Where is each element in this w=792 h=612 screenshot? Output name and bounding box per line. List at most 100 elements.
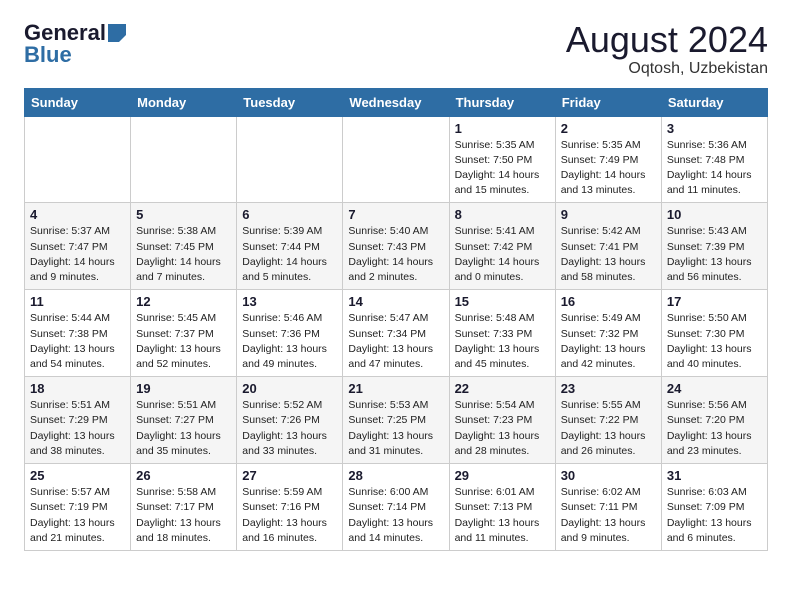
day-info: Sunrise: 5:37 AMSunset: 7:47 PMDaylight:… [30,224,125,285]
calendar-day-cell: 2 Sunrise: 5:35 AMSunset: 7:49 PMDaylight… [555,116,661,203]
logo-icon [108,24,126,42]
day-number: 16 [561,294,656,309]
day-number: 12 [136,294,231,309]
calendar-day-cell: 28 Sunrise: 6:00 AMSunset: 7:14 PMDayligh… [343,464,449,551]
day-info: Sunrise: 6:02 AMSunset: 7:11 PMDaylight:… [561,485,656,546]
day-number: 5 [136,207,231,222]
weekday-header-friday: Friday [555,88,661,116]
weekday-header-row: SundayMondayTuesdayWednesdayThursdayFrid… [25,88,768,116]
calendar-day-cell: 23 Sunrise: 5:55 AMSunset: 7:22 PMDayligh… [555,377,661,464]
calendar-day-cell: 10 Sunrise: 5:43 AMSunset: 7:39 PMDayligh… [661,203,767,290]
calendar-day-cell: 25 Sunrise: 5:57 AMSunset: 7:19 PMDayligh… [25,464,131,551]
day-info: Sunrise: 5:55 AMSunset: 7:22 PMDaylight:… [561,398,656,459]
weekday-header-thursday: Thursday [449,88,555,116]
calendar-empty-cell [343,116,449,203]
day-info: Sunrise: 5:51 AMSunset: 7:27 PMDaylight:… [136,398,231,459]
day-info: Sunrise: 5:56 AMSunset: 7:20 PMDaylight:… [667,398,762,459]
calendar-day-cell: 4 Sunrise: 5:37 AMSunset: 7:47 PMDaylight… [25,203,131,290]
day-number: 1 [455,121,550,136]
calendar-day-cell: 3 Sunrise: 5:36 AMSunset: 7:48 PMDaylight… [661,116,767,203]
calendar-day-cell: 29Sunrise: 6:01 AMSunset: 7:13 PMDayligh… [449,464,555,551]
calendar-day-cell: 26 Sunrise: 5:58 AMSunset: 7:17 PMDayligh… [131,464,237,551]
day-info: Sunrise: 5:41 AMSunset: 7:42 PMDaylight:… [455,224,550,285]
calendar-day-cell: 7 Sunrise: 5:40 AMSunset: 7:43 PMDaylight… [343,203,449,290]
calendar-day-cell: 15 Sunrise: 5:48 AMSunset: 7:33 PMDayligh… [449,290,555,377]
day-info: Sunrise: 5:53 AMSunset: 7:25 PMDaylight:… [348,398,443,459]
day-number: 30 [561,468,656,483]
day-info: Sunrise: 5:49 AMSunset: 7:32 PMDaylight:… [561,311,656,372]
calendar-empty-cell [131,116,237,203]
calendar-week-row: 1 Sunrise: 5:35 AMSunset: 7:50 PMDaylight… [25,116,768,203]
day-info: Sunrise: 5:35 AMSunset: 7:49 PMDaylight:… [561,138,656,199]
day-number: 8 [455,207,550,222]
day-number: 15 [455,294,550,309]
calendar-day-cell: 11Sunrise: 5:44 AMSunset: 7:38 PMDayligh… [25,290,131,377]
weekday-header-saturday: Saturday [661,88,767,116]
day-number: 4 [30,207,125,222]
location-title: Oqtosh, Uzbekistan [566,60,768,78]
day-info: Sunrise: 6:00 AMSunset: 7:14 PMDaylight:… [348,485,443,546]
day-number: 26 [136,468,231,483]
day-number: 19 [136,381,231,396]
day-info: Sunrise: 5:43 AMSunset: 7:39 PMDaylight:… [667,224,762,285]
day-number: 18 [30,381,125,396]
day-number: 2 [561,121,656,136]
day-number: 13 [242,294,337,309]
day-info: Sunrise: 5:36 AMSunset: 7:48 PMDaylight:… [667,138,762,199]
header: General Blue August 2024 Oqtosh, Uzbekis… [24,20,768,78]
day-info: Sunrise: 5:38 AMSunset: 7:45 PMDaylight:… [136,224,231,285]
calendar-day-cell: 17 Sunrise: 5:50 AMSunset: 7:30 PMDayligh… [661,290,767,377]
weekday-header-tuesday: Tuesday [237,88,343,116]
day-number: 6 [242,207,337,222]
day-info: Sunrise: 6:03 AMSunset: 7:09 PMDaylight:… [667,485,762,546]
logo-blue: Blue [24,42,72,68]
day-info: Sunrise: 5:48 AMSunset: 7:33 PMDaylight:… [455,311,550,372]
day-info: Sunrise: 5:35 AMSunset: 7:50 PMDaylight:… [455,138,550,199]
day-info: Sunrise: 5:57 AMSunset: 7:19 PMDaylight:… [30,485,125,546]
calendar-day-cell: 19 Sunrise: 5:51 AMSunset: 7:27 PMDayligh… [131,377,237,464]
calendar-day-cell: 6 Sunrise: 5:39 AMSunset: 7:44 PMDaylight… [237,203,343,290]
day-info: Sunrise: 5:58 AMSunset: 7:17 PMDaylight:… [136,485,231,546]
calendar-day-cell: 13 Sunrise: 5:46 AMSunset: 7:36 PMDayligh… [237,290,343,377]
title-section: August 2024 Oqtosh, Uzbekistan [566,20,768,78]
calendar-day-cell: 8 Sunrise: 5:41 AMSunset: 7:42 PMDaylight… [449,203,555,290]
calendar-table: SundayMondayTuesdayWednesdayThursdayFrid… [24,88,768,551]
day-number: 9 [561,207,656,222]
day-number: 10 [667,207,762,222]
day-number: 17 [667,294,762,309]
calendar-day-cell: 18 Sunrise: 5:51 AMSunset: 7:29 PMDayligh… [25,377,131,464]
day-info: Sunrise: 5:54 AMSunset: 7:23 PMDaylight:… [455,398,550,459]
calendar-day-cell: 30 Sunrise: 6:02 AMSunset: 7:11 PMDayligh… [555,464,661,551]
day-number: 27 [242,468,337,483]
calendar-day-cell: 12Sunrise: 5:45 AMSunset: 7:37 PMDayligh… [131,290,237,377]
day-info: Sunrise: 6:01 AMSunset: 7:13 PMDaylight:… [455,485,550,546]
day-info: Sunrise: 5:51 AMSunset: 7:29 PMDaylight:… [30,398,125,459]
day-info: Sunrise: 5:42 AMSunset: 7:41 PMDaylight:… [561,224,656,285]
calendar-day-cell: 20Sunrise: 5:52 AMSunset: 7:26 PMDayligh… [237,377,343,464]
day-number: 22 [455,381,550,396]
weekday-header-sunday: Sunday [25,88,131,116]
calendar-day-cell: 5 Sunrise: 5:38 AMSunset: 7:45 PMDaylight… [131,203,237,290]
day-info: Sunrise: 5:59 AMSunset: 7:16 PMDaylight:… [242,485,337,546]
day-info: Sunrise: 5:50 AMSunset: 7:30 PMDaylight:… [667,311,762,372]
weekday-header-monday: Monday [131,88,237,116]
day-info: Sunrise: 5:47 AMSunset: 7:34 PMDaylight:… [348,311,443,372]
day-number: 25 [30,468,125,483]
day-number: 3 [667,121,762,136]
day-number: 21 [348,381,443,396]
calendar-day-cell: 27 Sunrise: 5:59 AMSunset: 7:16 PMDayligh… [237,464,343,551]
day-info: Sunrise: 5:52 AMSunset: 7:26 PMDaylight:… [242,398,337,459]
day-number: 28 [348,468,443,483]
day-number: 23 [561,381,656,396]
day-info: Sunrise: 5:39 AMSunset: 7:44 PMDaylight:… [242,224,337,285]
calendar-day-cell: 16 Sunrise: 5:49 AMSunset: 7:32 PMDayligh… [555,290,661,377]
day-number: 7 [348,207,443,222]
day-info: Sunrise: 5:40 AMSunset: 7:43 PMDaylight:… [348,224,443,285]
calendar-day-cell: 31Sunrise: 6:03 AMSunset: 7:09 PMDayligh… [661,464,767,551]
weekday-header-wednesday: Wednesday [343,88,449,116]
calendar-day-cell: 14Sunrise: 5:47 AMSunset: 7:34 PMDayligh… [343,290,449,377]
page-container: General Blue August 2024 Oqtosh, Uzbekis… [0,0,792,571]
calendar-week-row: 18 Sunrise: 5:51 AMSunset: 7:29 PMDayligh… [25,377,768,464]
day-info: Sunrise: 5:46 AMSunset: 7:36 PMDaylight:… [242,311,337,372]
month-title: August 2024 [566,20,768,60]
